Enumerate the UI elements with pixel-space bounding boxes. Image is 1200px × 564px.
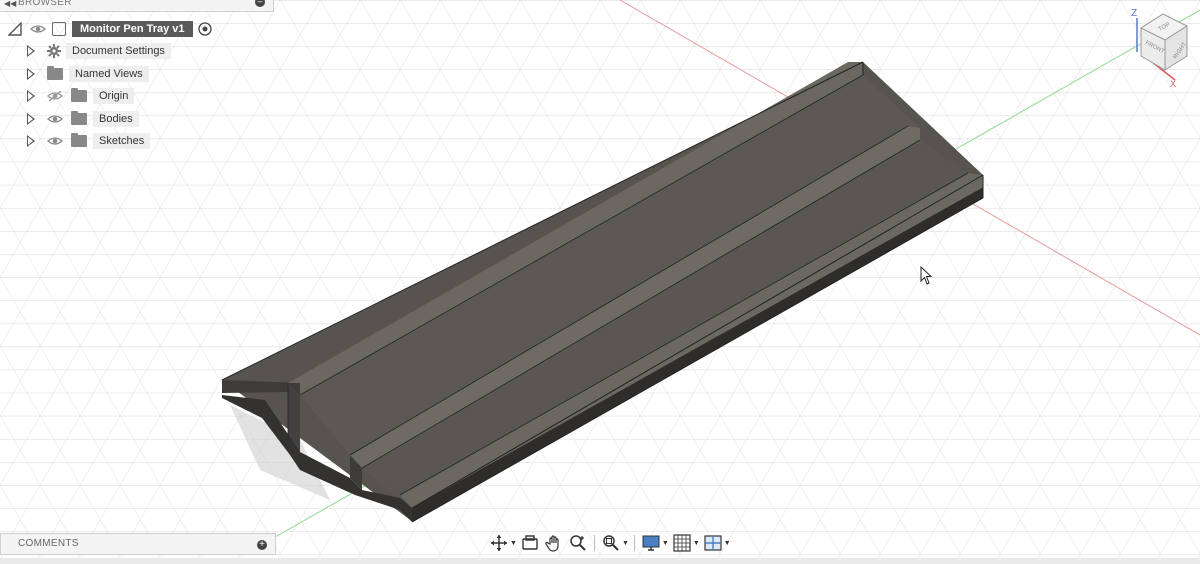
collapse-panel-icon[interactable]: – <box>255 0 265 7</box>
comments-title: COMMENTS <box>18 538 79 549</box>
fit-button[interactable] <box>600 533 622 553</box>
x-axis-label: X <box>1170 79 1176 89</box>
tree-item-sketches[interactable]: Sketches <box>27 131 151 151</box>
view-cube[interactable]: Z X TOP FRONT RIGHT <box>1125 0 1200 90</box>
mouse-cursor-icon <box>920 266 933 285</box>
tree-item-origin[interactable]: Origin <box>27 86 135 106</box>
navigation-toolbar: ▼ ▼ ▼ ▼ ▼ <box>488 532 731 554</box>
expand-triangle-icon[interactable] <box>27 45 35 57</box>
viewports-icon <box>704 535 722 551</box>
zoom-icon <box>570 535 586 551</box>
expand-triangle-icon[interactable] <box>27 90 35 102</box>
pan-icon <box>545 535 559 552</box>
add-comment-icon[interactable]: + <box>257 540 267 550</box>
toolbar-separator <box>593 535 595 551</box>
folder-icon <box>71 88 87 102</box>
expand-triangle-icon[interactable] <box>27 113 35 125</box>
tree-item-label: Origin <box>93 88 135 104</box>
display-settings-button[interactable] <box>640 533 662 553</box>
visibility-eye-icon[interactable] <box>30 21 46 37</box>
grid-dropdown-icon[interactable]: ▼ <box>693 540 700 547</box>
folder-icon <box>71 133 87 147</box>
folder-icon <box>71 111 87 125</box>
z-axis-label: Z <box>1131 8 1137 19</box>
expand-triangle-icon[interactable] <box>27 68 35 80</box>
tree-item-named-views[interactable]: Named Views <box>27 64 149 84</box>
3d-viewport[interactable] <box>0 0 1200 564</box>
component-icon <box>52 22 66 36</box>
zoom-button[interactable] <box>567 533 589 553</box>
visibility-eye-icon[interactable] <box>47 111 63 127</box>
look-at-button[interactable] <box>519 533 541 553</box>
browser-title: BROWSER <box>18 0 72 8</box>
tree-item-label: Bodies <box>93 111 139 127</box>
visibility-eye-icon[interactable] <box>47 133 63 149</box>
orbit-dropdown-icon[interactable]: ▼ <box>510 540 517 547</box>
folder-icon <box>47 66 63 80</box>
tree-item-label: Sketches <box>93 133 151 149</box>
hidden-eye-icon[interactable] <box>47 88 63 104</box>
grid-icon <box>673 534 691 552</box>
display-settings-dropdown-icon[interactable]: ▼ <box>662 540 669 547</box>
activate-radio-icon[interactable] <box>197 21 213 37</box>
browser-root-row[interactable]: Monitor Pen Tray v1 <box>8 19 213 39</box>
toolbar-separator <box>633 535 635 551</box>
grid-button[interactable] <box>671 533 693 553</box>
pan-button[interactable] <box>543 533 565 553</box>
look-at-icon <box>522 535 538 550</box>
browser-panel-header[interactable]: ◀◀ BROWSER – <box>0 0 274 12</box>
fit-dropdown-icon[interactable]: ▼ <box>622 540 629 547</box>
comments-panel[interactable]: COMMENTS + <box>0 533 276 555</box>
root-component-label[interactable]: Monitor Pen Tray v1 <box>72 21 193 37</box>
orbit-icon <box>491 535 507 551</box>
tree-item-label: Named Views <box>69 66 149 82</box>
viewports-dropdown-icon[interactable]: ▼ <box>724 540 731 547</box>
collapse-triangle-icon[interactable] <box>8 22 22 36</box>
tree-item-label: Document Settings <box>66 43 171 59</box>
gear-icon <box>47 44 61 58</box>
pin-icon[interactable]: ◀◀ <box>4 0 16 8</box>
orbit-button[interactable] <box>488 533 510 553</box>
display-settings-icon <box>642 535 660 551</box>
viewports-button[interactable] <box>702 533 724 553</box>
tree-item-bodies[interactable]: Bodies <box>27 109 139 129</box>
tree-item-document-settings[interactable]: Document Settings <box>27 41 171 61</box>
expand-triangle-icon[interactable] <box>27 135 35 147</box>
fit-icon <box>603 535 619 551</box>
status-strip <box>0 558 1200 564</box>
